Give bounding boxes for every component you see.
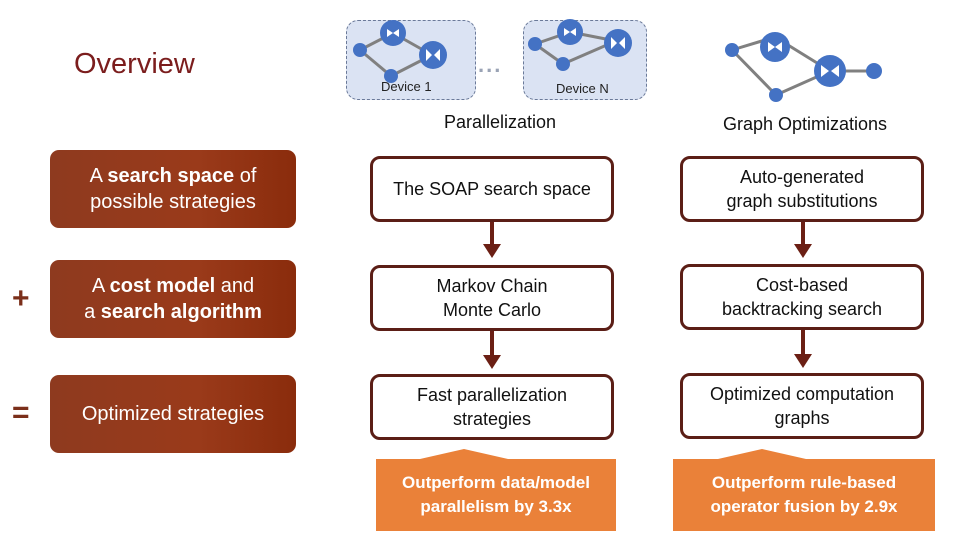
flow-box-text: The SOAP search space: [393, 179, 591, 199]
callout-line1: Outperform data/model: [402, 473, 590, 492]
row2-text-mid: and: [215, 275, 255, 297]
row2-text-line2-bold: search algorithm: [100, 301, 262, 323]
row1-text-pre: A: [89, 165, 108, 187]
flow-box-text-line1: Markov Chain: [436, 276, 548, 296]
cost-model-box: A cost model and a search algorithm: [50, 260, 296, 338]
row1-text-post: of: [234, 165, 257, 187]
down-arrow-icon: [483, 355, 501, 369]
down-arrow-icon: [794, 244, 812, 258]
heading-graph-optimizations: Graph Optimizations: [722, 114, 888, 134]
callout-line2: operator fusion by 2.9x: [710, 497, 898, 516]
callout-graph-optimizations: Outperform rule-based operator fusion by…: [673, 459, 935, 531]
arrow-stem: [801, 222, 805, 246]
down-arrow-icon: [794, 354, 812, 368]
flow-box-optimized-graphs: Optimized computation graphs: [680, 373, 924, 439]
row2-text-bold: cost model: [109, 275, 216, 297]
flow-box-text-line2: backtracking search: [721, 299, 883, 319]
callout-parallelization: Outperform data/model parallelism by 3.3…: [376, 459, 616, 531]
flow-box-backtracking-search: Cost-based backtracking search: [680, 264, 924, 330]
flow-box-auto-generated-substitutions: Auto-generated graph substitutions: [680, 156, 924, 222]
row2-text-line2-pre: a: [84, 301, 101, 323]
arrow-stem: [490, 331, 494, 357]
plus-operator: +: [12, 282, 30, 315]
down-arrow-icon: [483, 244, 501, 258]
callout-tab: [420, 449, 508, 459]
flow-box-text-line2: graph substitutions: [726, 191, 878, 211]
ellipsis: ...: [478, 52, 503, 77]
flow-box-text-line1: Fast parallelization: [416, 385, 568, 405]
device-n-label: Device N: [556, 81, 609, 96]
row3-text: Optimized strategies: [81, 403, 265, 425]
flow-box-text-line1: Cost-based: [755, 275, 849, 295]
flow-box-text-line2: strategies: [452, 409, 532, 429]
optimized-strategies-box: Optimized strategies: [50, 375, 296, 453]
row1-text-line2: possible strategies: [90, 191, 256, 213]
flow-box-text-line2: graphs: [774, 408, 830, 428]
row1-text-bold: search space: [107, 165, 235, 187]
arrow-stem: [490, 222, 494, 246]
arrow-stem: [801, 330, 805, 356]
equals-operator: =: [12, 396, 30, 429]
search-space-box: A search space of possible strategies: [50, 150, 296, 228]
flow-box-mcmc: Markov Chain Monte Carlo: [370, 265, 614, 331]
callout-line2: parallelism by 3.3x: [420, 497, 572, 516]
heading-parallelization: Parallelization: [443, 112, 557, 132]
computation-graph-icon: [725, 32, 882, 102]
flow-box-text-line1: Auto-generated: [739, 167, 865, 187]
callout-tab: [718, 449, 806, 459]
flow-box-fast-parallelization: Fast parallelization strategies: [370, 374, 614, 440]
flow-box-text-line1: Optimized computation: [709, 384, 895, 404]
row2-text-pre: A: [91, 275, 110, 297]
device-1-label: Device 1: [381, 79, 432, 94]
flow-box-soap-search-space: The SOAP search space: [370, 156, 614, 222]
slide-title: Overview: [74, 48, 195, 80]
flow-box-text-line2: Monte Carlo: [442, 300, 542, 320]
callout-line1: Outperform rule-based: [711, 473, 897, 492]
